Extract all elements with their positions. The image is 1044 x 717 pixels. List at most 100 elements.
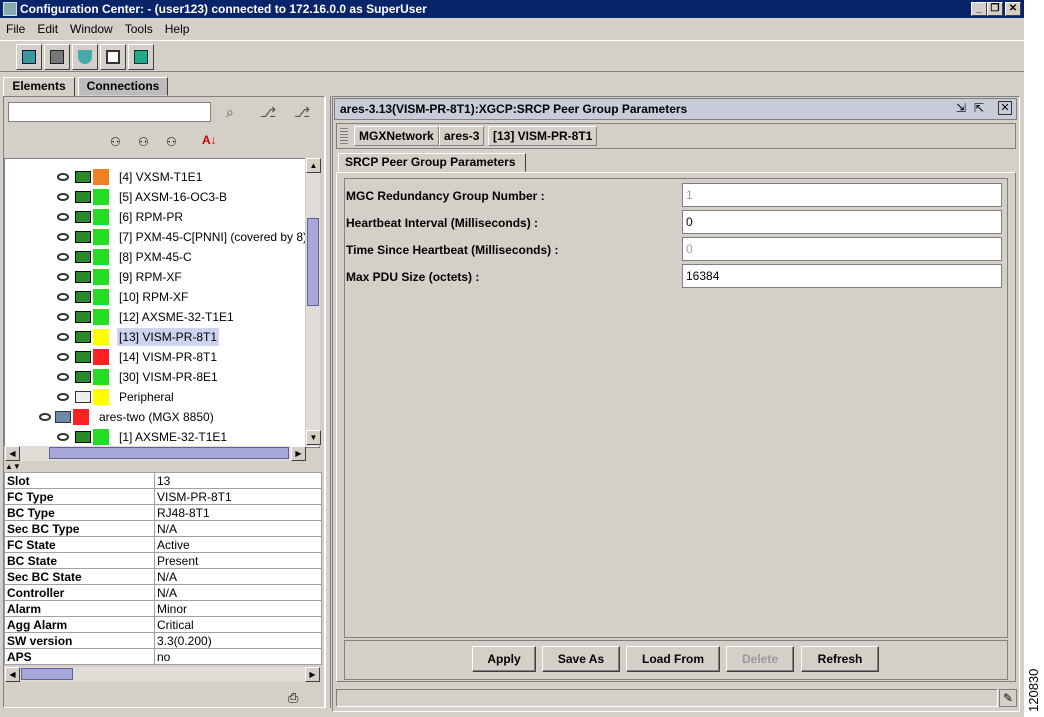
tree-item-label[interactable]: [14] VISM-PR-8T1	[117, 348, 219, 366]
tree-key-icon[interactable]	[57, 173, 69, 181]
tree-item-label[interactable]: [30] VISM-PR-8E1	[117, 368, 220, 386]
tree-key-icon[interactable]	[57, 313, 69, 321]
frame-close-icon[interactable]: ✕	[998, 101, 1012, 115]
props-hscrollbar[interactable]: ◀ ▶	[4, 667, 320, 682]
tree-row[interactable]: Peripheral	[5, 387, 305, 407]
restore-icon[interactable]: ⇲	[956, 101, 966, 115]
tree-key-icon[interactable]	[57, 233, 69, 241]
props-scroll-left[interactable]: ◀	[5, 667, 20, 682]
minimize-button[interactable]: _	[971, 2, 987, 16]
delete-button[interactable]: Delete	[726, 646, 794, 672]
breadcrumb-item-card[interactable]: [13] VISM-PR-8T1	[488, 126, 598, 146]
props-scroll-right[interactable]: ▶	[305, 667, 320, 682]
tree-hscrollbar[interactable]: ◀ ▶	[4, 446, 306, 461]
tree-row[interactable]: [7] PXM-45-C[PNNI] (covered by 8)	[5, 227, 307, 247]
tree-row[interactable]: [12] AXSME-32-T1E1	[5, 307, 305, 327]
tree-expand-icon[interactable]: ⚇	[110, 135, 121, 149]
search-input[interactable]	[8, 102, 211, 122]
props-hscroll-thumb[interactable]	[21, 668, 73, 680]
tree-key-icon[interactable]	[57, 353, 69, 361]
tree-key-icon[interactable]	[57, 393, 69, 401]
breadcrumb-item-node[interactable]: ares-3	[439, 126, 485, 146]
tab-elements[interactable]: Elements	[3, 77, 75, 96]
scroll-thumb[interactable]	[307, 218, 319, 306]
main-window: Configuration Center: - (user123) connec…	[0, 0, 1024, 717]
tree-key-icon[interactable]	[57, 333, 69, 341]
refresh-button[interactable]: Refresh	[801, 646, 879, 672]
tree-vscrollbar[interactable]: ▲ ▼	[305, 158, 321, 446]
tree-row[interactable]: [1] AXSME-32-T1E1	[5, 427, 305, 447]
max-pdu-size-field[interactable]: 16384	[682, 264, 1002, 288]
printer-icon[interactable]: ⎙	[288, 690, 298, 706]
tab-srcp-peer-group[interactable]: SRCP Peer Group Parameters	[338, 153, 526, 172]
tree-item-label[interactable]: [6] RPM-PR	[117, 208, 185, 226]
pin-icon[interactable]: ✎	[999, 689, 1017, 707]
tree-item-label[interactable]: [10] RPM-XF	[117, 288, 190, 306]
tree-key-icon[interactable]	[57, 193, 69, 201]
tree-item-label[interactable]: ares-two (MGX 8850)	[97, 408, 216, 426]
tree-row[interactable]: [14] VISM-PR-8T1	[5, 347, 305, 367]
tree-key-icon[interactable]	[57, 293, 69, 301]
binoculars-icon[interactable]: ⌕	[226, 104, 234, 121]
breadcrumb-item-network[interactable]: MGXNetwork	[354, 126, 439, 146]
scroll-up-button[interactable]: ▲	[306, 158, 321, 173]
tree-item-label[interactable]: [1] AXSME-32-T1E1	[117, 428, 229, 446]
tree-key-icon[interactable]	[57, 273, 69, 281]
tree-row[interactable]: [13] VISM-PR-8T1	[5, 327, 305, 347]
tree-collapse-icon[interactable]: ⚇	[138, 135, 149, 149]
tree-item-label[interactable]: [7] PXM-45-C[PNNI] (covered by 8)	[117, 228, 309, 246]
tree-item-label[interactable]: [9] RPM-XF	[117, 268, 184, 286]
menu-window[interactable]: Window	[70, 22, 113, 36]
tree-filter-icon[interactable]: ⚇	[166, 135, 177, 149]
cube-icon	[22, 50, 36, 64]
tree-item-label[interactable]: [13] VISM-PR-8T1	[117, 328, 220, 346]
scroll-left-button[interactable]: ◀	[5, 446, 20, 461]
tab-connections[interactable]: Connections	[78, 77, 168, 96]
toolbar-shield-button[interactable]	[72, 44, 98, 70]
tree-item-label[interactable]: [5] AXSM-16-OC3-B	[117, 188, 229, 206]
tree-row[interactable]: [5] AXSM-16-OC3-B	[5, 187, 305, 207]
maximize-button[interactable]: ❐	[987, 2, 1003, 16]
tree-row[interactable]: ares-two (MGX 8850)	[5, 407, 305, 427]
toolbar-node-button[interactable]	[44, 44, 70, 70]
apply-button[interactable]: Apply	[472, 646, 536, 672]
heartbeat-interval-field[interactable]: 0	[682, 210, 1002, 234]
hscroll-thumb[interactable]	[49, 447, 289, 459]
tree-row[interactable]: [6] RPM-PR	[5, 207, 305, 227]
tree-row[interactable]: [10] RPM-XF	[5, 287, 305, 307]
toolbar-windows-button[interactable]	[100, 44, 126, 70]
tree-key-icon[interactable]	[57, 253, 69, 261]
tree-row[interactable]: [30] VISM-PR-8E1	[5, 367, 305, 387]
splitter-arrows-icon[interactable]: ▲▼	[5, 462, 21, 471]
close-button[interactable]: ✕	[1005, 2, 1021, 16]
sort-az-icon[interactable]: A↓	[202, 133, 217, 147]
scroll-down-button[interactable]: ▼	[306, 430, 321, 445]
vertical-splitter[interactable]	[325, 96, 331, 708]
tree-key-icon[interactable]	[57, 373, 69, 381]
tree-item-label[interactable]: [8] PXM-45-C	[117, 248, 194, 266]
toolbar-card-button[interactable]	[128, 44, 154, 70]
tree-key-icon[interactable]	[57, 213, 69, 221]
tree-item-label[interactable]: Peripheral	[117, 388, 176, 406]
scroll-right-button[interactable]: ▶	[291, 446, 306, 461]
menu-edit[interactable]: Edit	[37, 22, 58, 36]
tree-key-icon[interactable]	[39, 413, 51, 421]
find-next-icon[interactable]: ⎇	[260, 104, 276, 121]
menu-tools[interactable]: Tools	[125, 22, 153, 36]
time-since-heartbeat-field[interactable]: 0	[682, 237, 1002, 261]
tree-row[interactable]: [8] PXM-45-C	[5, 247, 305, 267]
find-prev-icon[interactable]: ⎇	[294, 104, 310, 121]
tree-row[interactable]: [9] RPM-XF	[5, 267, 305, 287]
menu-help[interactable]: Help	[165, 22, 190, 36]
mgc-redundancy-field[interactable]: 1	[682, 183, 1002, 207]
element-tree[interactable]: [4] VXSM-T1E1 [5] AXSM-16-OC3-B [6] RPM-PR…	[4, 158, 320, 448]
tree-item-label[interactable]: [12] AXSME-32-T1E1	[117, 308, 236, 326]
tree-item-label[interactable]: [4] VXSM-T1E1	[117, 168, 204, 186]
menu-file[interactable]: File	[6, 22, 25, 36]
tree-key-icon[interactable]	[57, 433, 69, 441]
load-from-button[interactable]: Load From	[626, 646, 720, 672]
tree-row[interactable]: [4] VXSM-T1E1	[5, 167, 305, 187]
detach-icon[interactable]: ⇱	[974, 101, 984, 115]
toolbar-cube-button[interactable]	[16, 44, 42, 70]
save-as-button[interactable]: Save As	[542, 646, 620, 672]
